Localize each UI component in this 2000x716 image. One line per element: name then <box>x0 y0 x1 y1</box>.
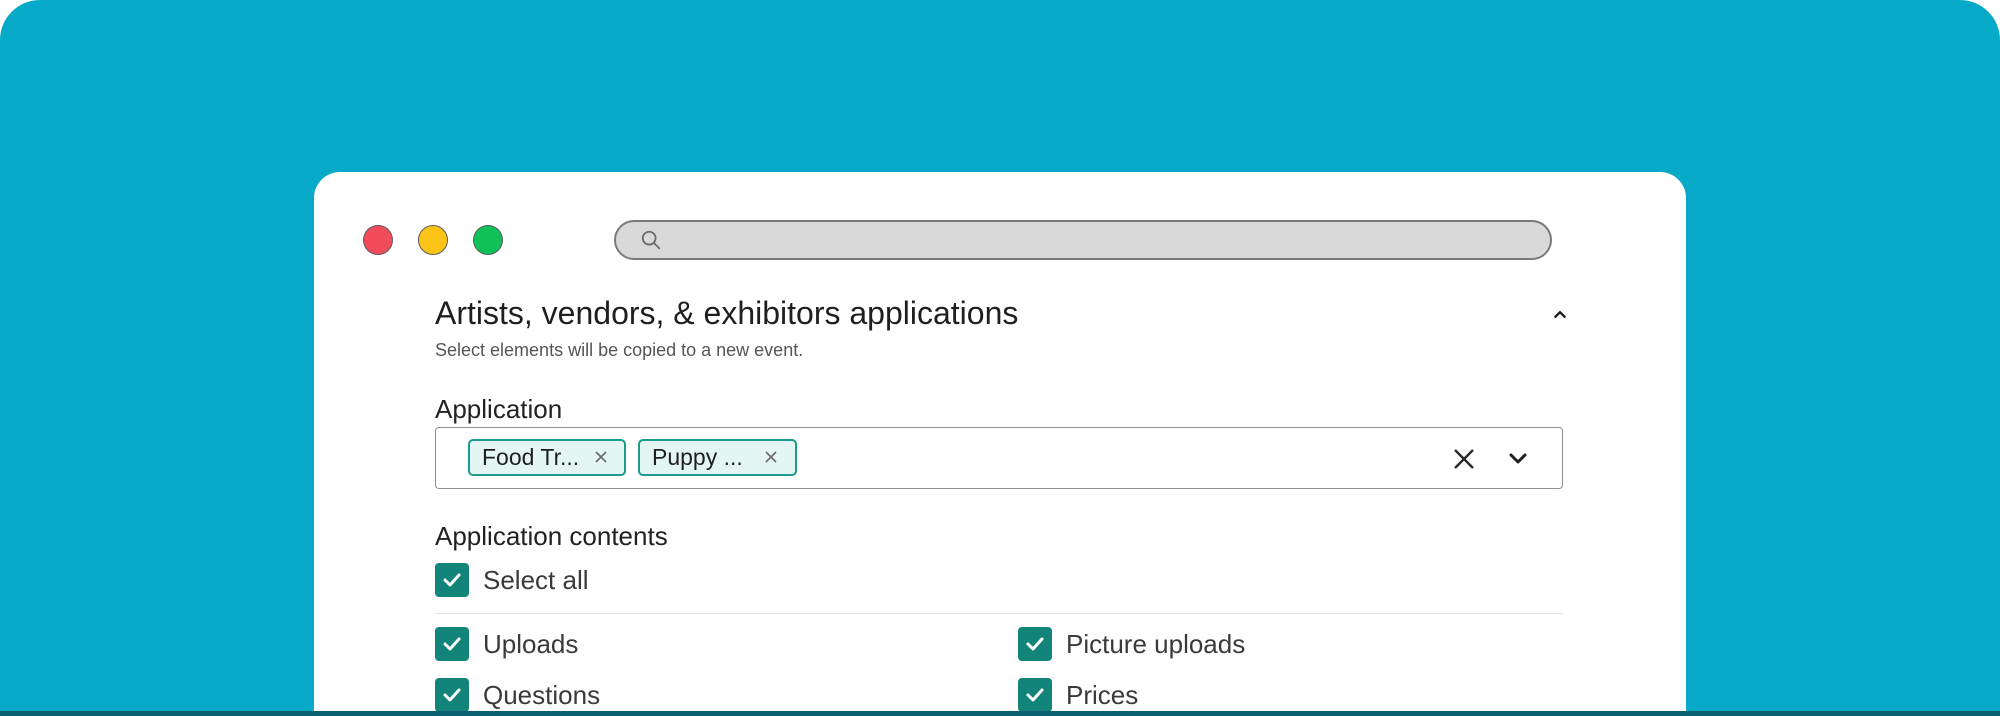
check-icon <box>1026 688 1044 702</box>
uploads-checkbox[interactable]: Uploads <box>435 627 578 661</box>
clear-selection-icon[interactable] <box>1453 448 1475 470</box>
picture-uploads-checkbox[interactable]: Picture uploads <box>1018 627 1245 661</box>
checkbox[interactable] <box>435 563 469 597</box>
application-chip[interactable]: Food Tr... <box>468 439 626 476</box>
section-subtitle: Select elements will be copied to a new … <box>435 340 804 360</box>
checkbox-label: Prices <box>1066 679 1139 710</box>
divider <box>435 613 1563 614</box>
checkbox[interactable] <box>435 627 469 661</box>
section-title: Artists, vendors, & exhibitors applicati… <box>435 295 1019 331</box>
check-icon <box>443 637 461 651</box>
questions-checkbox[interactable]: Questions <box>435 678 600 712</box>
minimize-window-button[interactable] <box>418 225 448 255</box>
checkbox[interactable] <box>1018 627 1052 661</box>
check-icon <box>443 573 461 587</box>
close-window-button[interactable] <box>363 225 393 255</box>
chip-label: Food Tr... <box>482 444 580 470</box>
checkbox[interactable] <box>1018 678 1052 712</box>
close-icon[interactable] <box>764 450 778 464</box>
application-label: Application <box>435 394 563 424</box>
select-all-checkbox[interactable]: Select all <box>435 563 589 597</box>
search-bar[interactable] <box>614 220 1552 260</box>
maximize-window-button[interactable] <box>473 225 503 255</box>
bottom-edge <box>0 711 2000 716</box>
checkbox[interactable] <box>435 678 469 712</box>
application-contents-label: Application contents <box>435 521 668 551</box>
chevron-down-icon[interactable] <box>1508 452 1528 466</box>
check-icon <box>1026 637 1044 651</box>
application-chip[interactable]: Puppy ... <box>638 439 797 476</box>
desktop-background: Artists, vendors, & exhibitors applicati… <box>0 0 2000 716</box>
application-select[interactable]: Food Tr... Puppy ... <box>435 427 1563 489</box>
checkbox-label: Picture uploads <box>1066 628 1246 659</box>
browser-window: Artists, vendors, & exhibitors applicati… <box>314 172 1686 716</box>
prices-checkbox[interactable]: Prices <box>1018 678 1138 712</box>
checkbox-label: Select all <box>483 564 589 595</box>
close-icon[interactable] <box>594 450 608 464</box>
search-icon <box>641 230 661 250</box>
chevron-up-icon[interactable] <box>1549 303 1571 325</box>
check-icon <box>443 688 461 702</box>
checkbox-label: Uploads <box>483 628 579 659</box>
chip-label: Puppy ... <box>652 444 743 470</box>
checkbox-label: Questions <box>483 679 601 710</box>
